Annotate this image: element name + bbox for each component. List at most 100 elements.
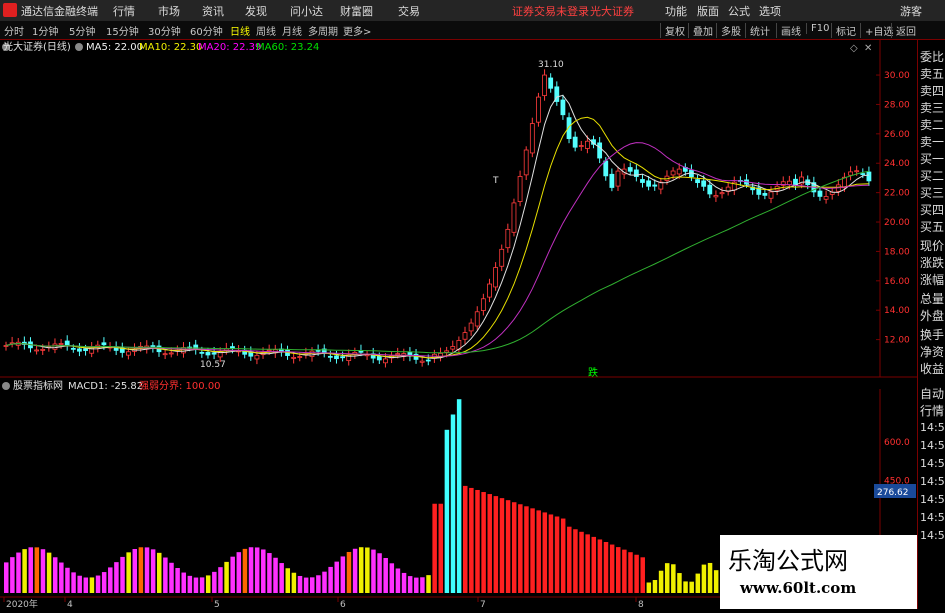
menu-wealth[interactable]: 财富圈: [340, 3, 373, 19]
candle-body: [70, 347, 76, 350]
time-labels: 2020年 4 5 6 7 8: [3, 597, 644, 610]
macd-bar: [10, 557, 15, 593]
strength-label: 强弱分界: 100.00: [139, 380, 221, 392]
macd-bar: [683, 581, 688, 593]
menu-layout[interactable]: 版面: [697, 3, 719, 19]
candle-body: [101, 342, 107, 346]
macd-bar: [671, 564, 676, 593]
chart-area[interactable]: 光大证券(日线) MA5: 22.00 MA10: 22.30 MA20: 22…: [0, 39, 945, 610]
macd-bar: [40, 549, 46, 593]
tab-daily[interactable]: 日线: [230, 23, 250, 38]
price-tick-label: 24.00: [884, 159, 910, 169]
macd-bar: [22, 549, 27, 593]
tab-weekly[interactable]: 周线: [256, 23, 276, 38]
price-tick-label: 26.00: [884, 130, 910, 140]
menu-news[interactable]: 资讯: [202, 3, 224, 19]
sidebar-buy1: 买一: [920, 152, 945, 166]
tab-monthly[interactable]: 月线: [282, 23, 302, 38]
candle-body: [395, 353, 401, 355]
tab-5min[interactable]: 5分钟: [69, 23, 95, 38]
menu-discover[interactable]: 发现: [245, 3, 267, 19]
btn-draw-line[interactable]: 画线: [776, 23, 801, 38]
menu-quotes[interactable]: 行情: [113, 3, 135, 19]
macd-bar: [646, 582, 652, 593]
sidebar-quotes[interactable]: 行情: [920, 402, 944, 419]
macd-bar: [689, 581, 694, 593]
low-price-label: 10.57: [200, 360, 226, 370]
price-tick-label: 22.00: [884, 189, 910, 199]
macd-bar: [28, 547, 33, 593]
menu-ask[interactable]: 问小达: [290, 3, 323, 19]
menu-trade[interactable]: 交易: [398, 3, 420, 19]
candle-body: [854, 170, 860, 173]
guest-label[interactable]: 游客: [900, 3, 922, 19]
indicator-settings-icon[interactable]: [75, 43, 83, 51]
watermark-url: www.60lt.com: [740, 579, 857, 597]
candle-body: [383, 358, 388, 364]
tab-more[interactable]: 更多>: [343, 23, 371, 38]
btn-mark[interactable]: 标记: [831, 23, 856, 38]
candle-body: [52, 343, 58, 350]
macd-bar: [310, 577, 315, 593]
macd-bar: [205, 575, 211, 593]
candle-body: [315, 349, 321, 352]
candle-body: [376, 355, 382, 361]
macd-bar: [340, 556, 346, 593]
macd-bar: [695, 573, 701, 593]
candle-body: [450, 346, 456, 350]
btn-multi-stock[interactable]: 多股: [716, 23, 741, 38]
macd-bar: [567, 526, 572, 593]
close-icon[interactable]: ✕: [864, 43, 872, 54]
macd-bar: [493, 496, 499, 593]
macd-bar: [316, 575, 321, 593]
btn-back[interactable]: 返回: [891, 23, 916, 38]
tab-15min[interactable]: 15分钟: [106, 23, 139, 38]
sidebar-price: 现价: [920, 239, 945, 253]
btn-statistics[interactable]: 统计: [745, 23, 770, 38]
macd-bar: [4, 562, 9, 593]
macd-bar: [126, 552, 131, 593]
sidebar-sell4: 卖四: [920, 84, 945, 98]
candle-body: [419, 360, 425, 363]
macd-bar: [603, 542, 609, 593]
menu-formula[interactable]: 公式: [728, 3, 750, 19]
sub-settings-icon[interactable]: [2, 382, 10, 390]
watermark-title: 乐淘公式网: [728, 547, 848, 575]
macd-bar: [108, 567, 113, 593]
menu-options[interactable]: 选项: [759, 3, 781, 19]
candle-body: [646, 180, 651, 187]
title-bar: 通达信金融终端 行情 市场 资讯 发现 问小达 财富圈 交易 证券交易未登录 光…: [0, 0, 945, 22]
tab-60min[interactable]: 60分钟: [190, 23, 223, 38]
sidebar-buy4: 买四: [920, 203, 945, 217]
macd-bar: [218, 567, 223, 593]
expand-icon[interactable]: ◇: [850, 43, 858, 54]
tab-1min[interactable]: 1分钟: [32, 23, 58, 38]
candle-body: [254, 354, 260, 360]
macd-bar: [634, 554, 639, 593]
candle-body: [762, 193, 768, 196]
tick-time: 14:50: [920, 511, 945, 524]
ma-line-ma60: [5, 170, 869, 354]
tab-multi-period[interactable]: 多周期: [308, 23, 338, 38]
macd-bar: [83, 577, 89, 593]
macd-bar: [560, 518, 566, 593]
tab-intraday[interactable]: 分时: [4, 23, 24, 38]
btn-f10[interactable]: F10: [806, 23, 829, 34]
menu-function[interactable]: 功能: [665, 3, 687, 19]
sidebar-auto[interactable]: 自动: [920, 385, 944, 402]
macd-bar: [267, 553, 272, 593]
candle-body: [572, 136, 578, 148]
chart-canvas[interactable]: 光大证券(日线) MA5: 22.00 MA10: 22.30 MA20: 22…: [0, 39, 945, 610]
btn-add-watchlist[interactable]: +自选: [860, 23, 893, 38]
btn-fuquan[interactable]: 复权: [660, 23, 685, 38]
ma-line-ma5: [5, 94, 869, 359]
candle-body: [40, 348, 46, 351]
tick-time: 14:50: [920, 475, 945, 488]
macd-bar: [554, 516, 560, 593]
candle-body: [291, 357, 297, 359]
macd-bar: [254, 547, 260, 593]
tab-30min[interactable]: 30分钟: [148, 23, 181, 38]
menu-market[interactable]: 市场: [158, 3, 180, 19]
login-notice[interactable]: 证券交易未登录: [512, 3, 589, 19]
btn-overlay[interactable]: 叠加: [688, 23, 713, 38]
